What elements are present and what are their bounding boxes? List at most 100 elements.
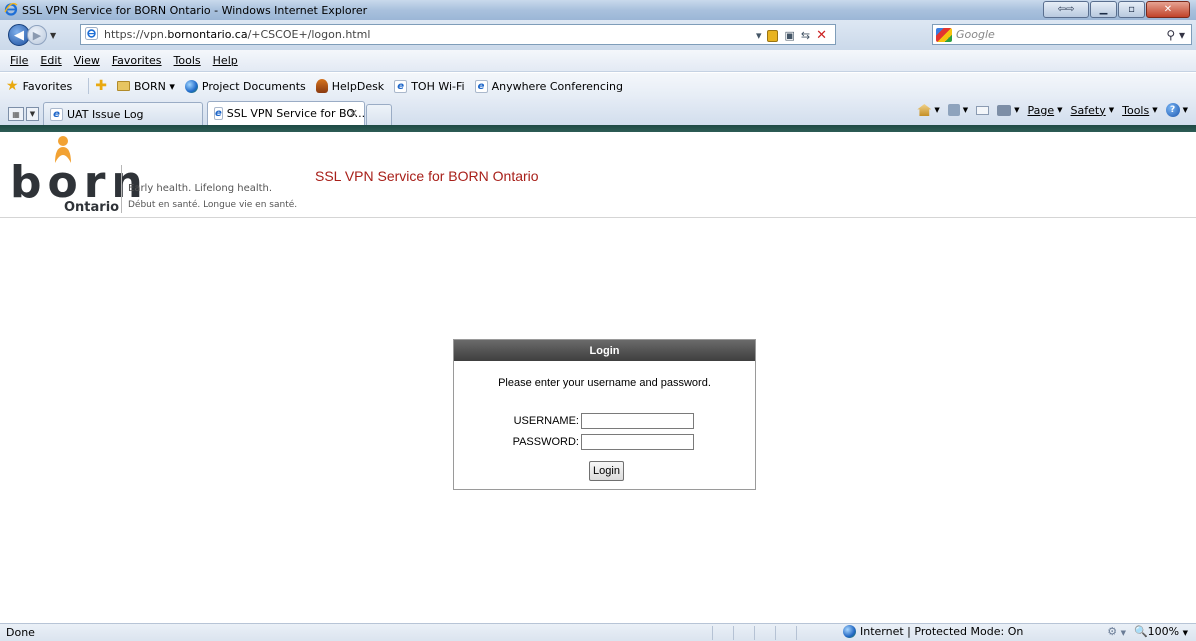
favorite-project-documents[interactable]: Project Documents bbox=[184, 79, 306, 93]
tagline-english: Early health. Lifelong health. bbox=[128, 183, 273, 194]
stop-icon[interactable]: ✕ bbox=[816, 28, 827, 43]
menu-tools[interactable]: Tools bbox=[168, 54, 207, 67]
site-title: SSL VPN Service for BORN Ontario bbox=[315, 168, 539, 184]
favorite-label: Project Documents bbox=[201, 79, 306, 93]
print-icon bbox=[997, 104, 1012, 116]
status-text: Done bbox=[6, 626, 35, 639]
security-zone-label: Internet | Protected Mode: On bbox=[860, 625, 1024, 638]
close-tab-icon[interactable]: ✕ bbox=[349, 107, 358, 120]
safety-menu[interactable]: Safety ▼ bbox=[1071, 104, 1115, 117]
status-panes bbox=[712, 626, 817, 640]
help-icon: ? bbox=[1165, 103, 1180, 117]
favorites-bar: ★ Favorites ✚ BORN ▾ Project Documents H… bbox=[0, 73, 1196, 99]
tab-uat-issue-log[interactable]: e UAT Issue Log bbox=[43, 102, 203, 125]
minimize-button[interactable]: ▁ bbox=[1090, 1, 1117, 18]
read-mail-button[interactable] bbox=[976, 105, 990, 115]
page-menu-label: Page bbox=[1027, 103, 1055, 117]
lock-icon[interactable] bbox=[767, 29, 779, 42]
favorite-helpdesk[interactable]: HelpDesk bbox=[315, 79, 385, 93]
status-pane bbox=[733, 626, 754, 640]
password-row: PASSWORD: bbox=[454, 434, 755, 450]
born-ontario-logo: born Ontario Early health. Lifelong heal… bbox=[6, 135, 306, 215]
security-zone[interactable]: Internet | Protected Mode: On bbox=[843, 625, 1023, 638]
ie-page-icon: e bbox=[214, 107, 223, 120]
globe-icon bbox=[184, 79, 198, 93]
home-icon bbox=[917, 104, 932, 116]
url-prefix: https://vpn. bbox=[104, 28, 168, 41]
address-tools: ▾ ▣ ⇆ ✕ bbox=[756, 28, 827, 43]
zoom-area: ⚙ ▼ 🔍100% ▼ bbox=[1107, 625, 1188, 638]
zoom-control[interactable]: 🔍100% ▼ bbox=[1134, 625, 1188, 638]
favorites-label: Favorites bbox=[22, 79, 73, 93]
status-pane bbox=[796, 626, 817, 640]
help-button[interactable]: ? ▼ bbox=[1165, 103, 1188, 117]
favorite-toh-wifi[interactable]: e TOH Wi-Fi bbox=[394, 79, 465, 93]
folder-icon bbox=[117, 81, 130, 91]
favorites-divider bbox=[88, 78, 90, 94]
page-icon bbox=[85, 26, 98, 43]
menu-bar: File Edit View Favorites Tools Help bbox=[0, 50, 1196, 72]
window-titlebar[interactable]: SSL VPN Service for BORN Ontario - Windo… bbox=[0, 0, 1196, 20]
favorite-born[interactable]: BORN ▾ bbox=[117, 80, 175, 93]
safety-menu-label: Safety bbox=[1070, 103, 1106, 117]
internet-zone-icon bbox=[843, 625, 856, 638]
compatibility-view-icon[interactable]: ▣ bbox=[784, 29, 794, 42]
ie-page-icon: e bbox=[474, 79, 488, 93]
tools-menu[interactable]: Tools ▼ bbox=[1122, 104, 1158, 117]
favorites-button[interactable]: ★ Favorites bbox=[6, 79, 72, 93]
refresh-icon[interactable]: ⇆ bbox=[801, 29, 810, 42]
login-button[interactable]: Login bbox=[589, 461, 624, 481]
tab-ssl-vpn[interactable]: e SSL VPN Service for BO... ✕ bbox=[207, 101, 365, 125]
new-tab-button[interactable] bbox=[366, 104, 392, 125]
tools-menu-label: Tools bbox=[1122, 103, 1150, 117]
password-input[interactable] bbox=[581, 434, 694, 450]
page-top-band bbox=[0, 125, 1196, 132]
page-menu[interactable]: Page ▼ bbox=[1028, 104, 1063, 117]
home-button[interactable]: ▼ bbox=[917, 104, 940, 116]
login-heading: Login bbox=[454, 340, 755, 361]
status-pane bbox=[754, 626, 775, 640]
menu-edit[interactable]: Edit bbox=[34, 54, 67, 67]
menu-file[interactable]: File bbox=[4, 54, 34, 67]
add-to-favorites-bar-button[interactable]: ✚ bbox=[95, 79, 107, 93]
search-box[interactable]: Google ⚲ ▾ bbox=[932, 24, 1192, 45]
favorite-anywhere-conferencing[interactable]: e Anywhere Conferencing bbox=[474, 79, 623, 93]
zoom-level: 100% bbox=[1147, 625, 1180, 638]
helpdesk-icon bbox=[315, 79, 328, 93]
status-pane bbox=[775, 626, 796, 640]
add-favorite-icon: ✚ bbox=[95, 78, 107, 94]
password-label: PASSWORD: bbox=[512, 436, 579, 448]
menu-view[interactable]: View bbox=[68, 54, 106, 67]
username-input[interactable] bbox=[581, 413, 694, 429]
url-domain: bornontario.ca bbox=[167, 28, 248, 41]
window-controls: ⇦⇨ ▁ ▫ ✕ bbox=[1043, 1, 1190, 18]
logo-region: Ontario bbox=[64, 200, 120, 215]
login-message: Please enter your username and password. bbox=[498, 377, 711, 389]
menu-favorites[interactable]: Favorites bbox=[106, 54, 168, 67]
protected-mode-icon[interactable]: ⚙ ▼ bbox=[1107, 625, 1126, 638]
maximize-button[interactable]: ▫ bbox=[1118, 1, 1145, 18]
url-path: /+CSCOE+/logon.html bbox=[247, 28, 371, 41]
status-bar: Done Internet | Protected Mode: On ⚙ ▼ 🔍… bbox=[0, 623, 1196, 641]
tagline-french: Début en santé. Longue vie en santé. bbox=[128, 200, 298, 210]
feed-icon bbox=[947, 104, 960, 116]
address-bar[interactable]: https://vpn.bornontario.ca/+CSCOE+/logon… bbox=[80, 24, 836, 45]
quick-tabs-icon[interactable]: ▦ bbox=[8, 107, 24, 121]
close-button[interactable]: ✕ bbox=[1146, 1, 1190, 18]
search-icon[interactable]: ⚲ ▾ bbox=[1166, 28, 1185, 42]
print-button[interactable]: ▼ bbox=[997, 104, 1020, 116]
google-icon bbox=[936, 27, 952, 42]
url-text: https://vpn.bornontario.ca/+CSCOE+/logon… bbox=[104, 28, 370, 41]
tab-bar: ▦ ▼ e UAT Issue Log e SSL VPN Service fo… bbox=[0, 99, 1196, 125]
menu-help[interactable]: Help bbox=[207, 54, 244, 67]
username-label: USERNAME: bbox=[513, 415, 579, 427]
address-dropdown-icon[interactable]: ▾ bbox=[756, 29, 762, 42]
favorite-label: HelpDesk bbox=[331, 79, 385, 93]
restore-down-button[interactable]: ⇦⇨ bbox=[1043, 1, 1089, 18]
tab-list-dropdown[interactable]: ▼ bbox=[26, 107, 39, 121]
favorite-label: TOH Wi-Fi bbox=[411, 79, 465, 93]
recent-pages-dropdown[interactable]: ▼ bbox=[50, 31, 56, 40]
favorite-label: Anywhere Conferencing bbox=[491, 79, 623, 93]
feeds-button[interactable]: ▼ bbox=[947, 104, 968, 116]
forward-button[interactable]: ▶ bbox=[27, 25, 47, 45]
